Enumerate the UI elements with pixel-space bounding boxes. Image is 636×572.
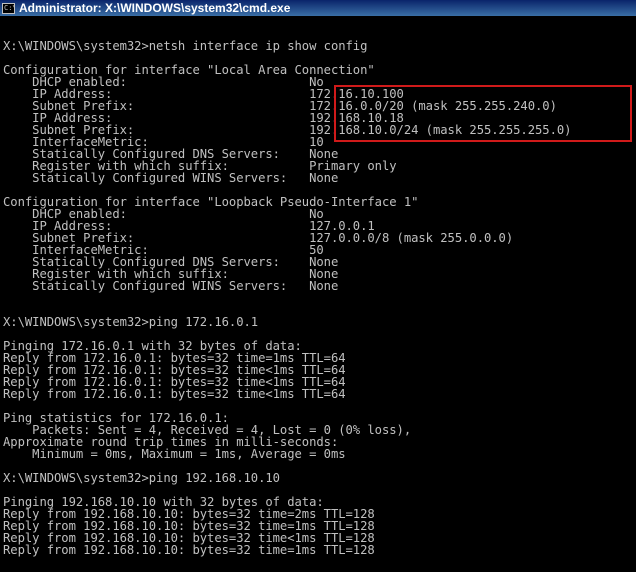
cmd-window: C:\ Administrator: X:\WINDOWS\system32\c… bbox=[0, 0, 636, 572]
title-bar[interactable]: C:\ Administrator: X:\WINDOWS\system32\c… bbox=[0, 0, 636, 16]
console-line: Statically Configured WINS Servers: None bbox=[3, 279, 339, 293]
window-title: Administrator: X:\WINDOWS\system32\cmd.e… bbox=[19, 1, 291, 15]
ip-highlight-box bbox=[334, 85, 632, 142]
console-line: Reply from 172.16.0.1: bytes=32 time<1ms… bbox=[3, 387, 346, 401]
console-line: X:\WINDOWS\system32>netsh interface ip s… bbox=[3, 39, 368, 53]
console-line: Statically Configured WINS Servers: None bbox=[3, 171, 339, 185]
console-line: Minimum = 0ms, Maximum = 1ms, Average = … bbox=[3, 447, 346, 461]
console-line: Reply from 192.168.10.10: bytes=32 time=… bbox=[3, 543, 375, 557]
cmd-icon: C:\ bbox=[2, 2, 15, 14]
console-line: X:\WINDOWS\system32>ping 192.168.10.10 bbox=[3, 471, 280, 485]
console-line: X:\WINDOWS\system32>ping 172.16.0.1 bbox=[3, 315, 259, 329]
